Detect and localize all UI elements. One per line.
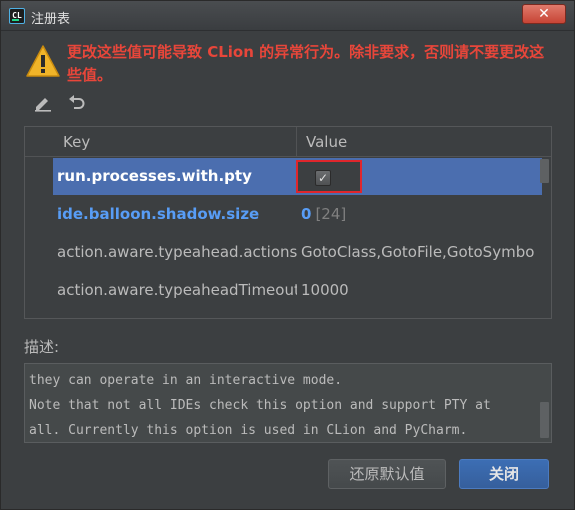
window-title: 注册表 — [31, 12, 71, 27]
registry-dialog: CL 注册表 ✕ 更改这些值可能导致 CLion 的异常行为。除非要求，否则请不… — [0, 0, 575, 510]
table-header: Key Value — [25, 127, 551, 157]
restore-defaults-button[interactable]: 还原默认值 — [328, 459, 446, 489]
row-value[interactable]: GotoClass,GotoFile,GotoSymbo — [301, 243, 541, 261]
pencil-icon[interactable] — [33, 94, 53, 112]
column-header-value[interactable]: Value — [306, 133, 347, 151]
clion-app-icon: CL — [9, 8, 25, 24]
row-value[interactable]: 0 [24] — [301, 205, 541, 223]
value-checkbox[interactable]: ✓ — [315, 170, 331, 186]
column-divider[interactable] — [296, 127, 297, 157]
description-line: they can operate in an interactive mode. — [29, 373, 343, 388]
table-row[interactable]: run.processes.with.pty ✓ — [53, 158, 542, 195]
warning-message: 更改这些值可能导致 CLion 的异常行为。除非要求，否则请不要更改这些值。 — [67, 43, 545, 84]
table-scrollbar-thumb[interactable] — [540, 159, 549, 183]
description-label: 描述: — [24, 338, 60, 356]
table-row[interactable]: action.aware.typeaheadTimeout 10000 — [53, 272, 542, 309]
row-key: run.processes.with.pty — [57, 167, 252, 185]
row-value-default: [24] — [315, 205, 347, 223]
close-button[interactable]: 关闭 — [459, 459, 549, 489]
row-value-current: 0 — [301, 205, 312, 223]
description-line: all. Currently this option is used in CL… — [29, 423, 468, 438]
row-value[interactable]: 10000 — [301, 281, 541, 299]
description-line: Note that not all IDEs check this option… — [29, 398, 491, 413]
registry-table: Key Value run.processes.with.pty ✓ ide.b… — [24, 126, 552, 319]
column-header-key[interactable]: Key — [63, 133, 90, 151]
row-key: action.aware.typeahead.actions — [57, 243, 297, 261]
row-key: action.aware.typeaheadTimeout — [57, 281, 297, 299]
row-key: ide.balloon.shadow.size — [57, 205, 260, 223]
description-box[interactable]: they can operate in an interactive mode.… — [24, 363, 552, 443]
description-scrollbar-thumb[interactable] — [540, 402, 549, 438]
table-row[interactable]: ide.balloon.shadow.size 0 [24] — [53, 196, 542, 233]
window-close-button[interactable]: ✕ — [522, 4, 566, 24]
table-row[interactable]: action.aware.typeahead.actions GotoClass… — [53, 234, 542, 271]
warning-triangle-icon — [26, 45, 60, 77]
highlight-box: ✓ — [296, 160, 362, 193]
undo-icon[interactable] — [67, 94, 87, 112]
title-bar[interactable]: CL 注册表 ✕ — [1, 1, 574, 31]
